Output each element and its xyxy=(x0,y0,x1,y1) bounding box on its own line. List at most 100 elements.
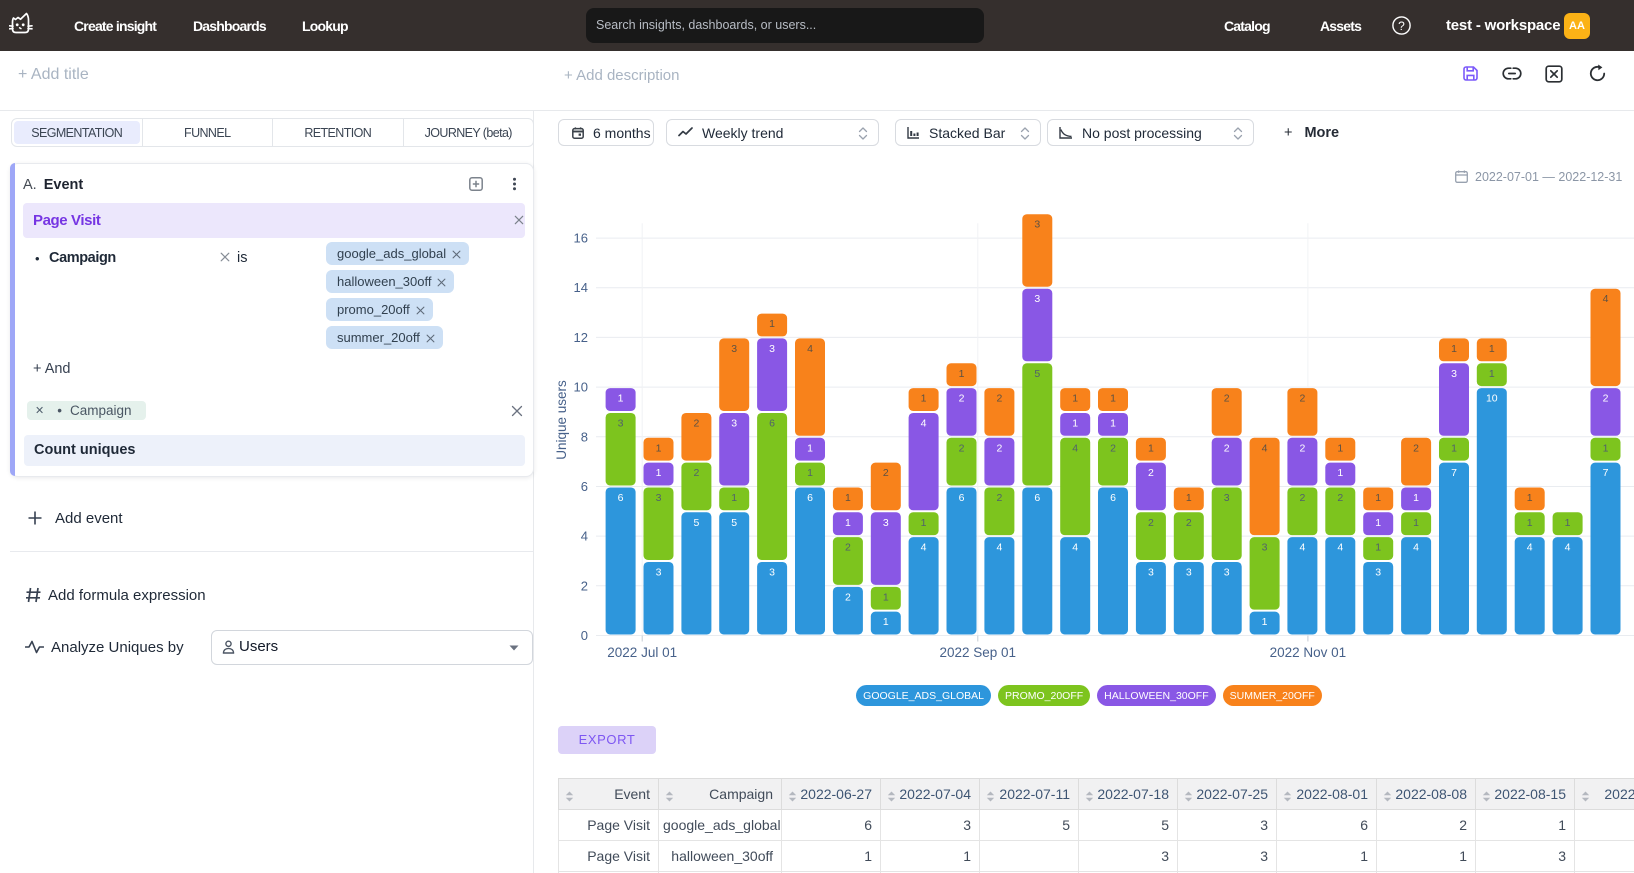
svg-text:4: 4 xyxy=(1527,542,1533,554)
svg-text:0: 0 xyxy=(581,628,588,643)
svg-text:1: 1 xyxy=(921,517,927,529)
svg-text:2: 2 xyxy=(959,393,965,405)
svg-text:3: 3 xyxy=(656,566,662,578)
svg-text:2: 2 xyxy=(1413,442,1419,454)
svg-text:7: 7 xyxy=(1451,467,1457,479)
svg-text:2: 2 xyxy=(1224,442,1230,454)
svg-text:5: 5 xyxy=(731,517,737,529)
svg-text:3: 3 xyxy=(769,566,775,578)
svg-text:1: 1 xyxy=(1565,517,1571,529)
svg-text:2: 2 xyxy=(1299,442,1305,454)
svg-text:2: 2 xyxy=(845,542,851,554)
svg-text:1: 1 xyxy=(1451,343,1457,355)
svg-text:4: 4 xyxy=(807,343,813,355)
svg-text:1: 1 xyxy=(1413,492,1419,504)
svg-text:3: 3 xyxy=(656,492,662,504)
svg-text:1: 1 xyxy=(883,591,889,603)
svg-text:6: 6 xyxy=(1110,492,1116,504)
svg-text:1: 1 xyxy=(1527,517,1533,529)
svg-text:1: 1 xyxy=(618,393,624,405)
svg-text:6: 6 xyxy=(581,479,588,494)
svg-text:1: 1 xyxy=(1489,343,1495,355)
svg-text:2: 2 xyxy=(996,393,1002,405)
svg-text:2: 2 xyxy=(1603,393,1609,405)
svg-text:1: 1 xyxy=(1337,442,1343,454)
svg-text:1: 1 xyxy=(1451,442,1457,454)
svg-text:2: 2 xyxy=(1110,442,1116,454)
svg-text:2: 2 xyxy=(581,578,588,593)
svg-text:3: 3 xyxy=(1034,293,1040,305)
svg-text:1: 1 xyxy=(731,492,737,504)
svg-text:2: 2 xyxy=(996,442,1002,454)
svg-text:3: 3 xyxy=(769,343,775,355)
svg-text:3: 3 xyxy=(1186,566,1192,578)
svg-text:4: 4 xyxy=(581,529,588,544)
svg-text:2: 2 xyxy=(1148,517,1154,529)
svg-text:1: 1 xyxy=(883,616,889,628)
svg-text:4: 4 xyxy=(921,542,927,554)
svg-text:4: 4 xyxy=(996,542,1002,554)
svg-text:1: 1 xyxy=(1337,467,1343,479)
svg-text:3: 3 xyxy=(1451,368,1457,380)
svg-text:4: 4 xyxy=(921,417,927,429)
svg-text:10: 10 xyxy=(1486,393,1498,405)
svg-text:1: 1 xyxy=(656,467,662,479)
svg-text:1: 1 xyxy=(1603,442,1609,454)
svg-text:6: 6 xyxy=(1034,492,1040,504)
svg-text:1: 1 xyxy=(1110,393,1116,405)
svg-text:2: 2 xyxy=(1337,492,1343,504)
svg-text:2: 2 xyxy=(693,467,699,479)
svg-text:2: 2 xyxy=(693,417,699,429)
svg-text:1: 1 xyxy=(807,467,813,479)
svg-text:2022 Sep 01: 2022 Sep 01 xyxy=(940,645,1017,660)
svg-text:1: 1 xyxy=(1527,492,1533,504)
svg-text:6: 6 xyxy=(769,417,775,429)
svg-text:1: 1 xyxy=(1375,492,1381,504)
svg-text:7: 7 xyxy=(1603,467,1609,479)
svg-text:2: 2 xyxy=(1299,492,1305,504)
svg-text:5: 5 xyxy=(1034,368,1040,380)
svg-text:3: 3 xyxy=(1375,566,1381,578)
svg-text:3: 3 xyxy=(731,343,737,355)
svg-text:1: 1 xyxy=(1148,442,1154,454)
svg-text:2: 2 xyxy=(996,492,1002,504)
svg-text:14: 14 xyxy=(574,280,588,295)
svg-text:2: 2 xyxy=(1224,393,1230,405)
svg-text:6: 6 xyxy=(618,492,624,504)
svg-text:2: 2 xyxy=(883,467,889,479)
svg-text:6: 6 xyxy=(807,492,813,504)
svg-text:2022 Nov 01: 2022 Nov 01 xyxy=(1270,645,1347,660)
svg-text:3: 3 xyxy=(1224,566,1230,578)
svg-text:3: 3 xyxy=(883,517,889,529)
svg-text:1: 1 xyxy=(1489,368,1495,380)
svg-text:1: 1 xyxy=(769,318,775,330)
svg-text:3: 3 xyxy=(618,417,624,429)
svg-text:6: 6 xyxy=(959,492,965,504)
svg-text:1: 1 xyxy=(1375,517,1381,529)
svg-text:1: 1 xyxy=(921,393,927,405)
svg-text:10: 10 xyxy=(574,380,588,395)
svg-text:4: 4 xyxy=(1299,542,1305,554)
svg-text:2: 2 xyxy=(1186,517,1192,529)
svg-text:16: 16 xyxy=(574,231,588,246)
svg-text:4: 4 xyxy=(1337,542,1343,554)
svg-text:3: 3 xyxy=(1262,542,1268,554)
svg-text:4: 4 xyxy=(1072,542,1078,554)
svg-text:2: 2 xyxy=(959,442,965,454)
svg-text:8: 8 xyxy=(581,429,588,444)
svg-text:2: 2 xyxy=(1148,467,1154,479)
svg-text:5: 5 xyxy=(693,517,699,529)
svg-text:3: 3 xyxy=(731,417,737,429)
svg-text:1: 1 xyxy=(1262,616,1268,628)
svg-text:1: 1 xyxy=(1375,542,1381,554)
svg-text:1: 1 xyxy=(1413,517,1419,529)
svg-text:Unique users: Unique users xyxy=(554,380,569,460)
svg-text:1: 1 xyxy=(656,442,662,454)
svg-text:2: 2 xyxy=(1299,393,1305,405)
svg-text:4: 4 xyxy=(1603,293,1609,305)
svg-text:4: 4 xyxy=(1072,442,1078,454)
svg-text:1: 1 xyxy=(1072,417,1078,429)
svg-text:3: 3 xyxy=(1224,492,1230,504)
svg-text:1: 1 xyxy=(1110,417,1116,429)
svg-text:?: ? xyxy=(1398,19,1405,33)
